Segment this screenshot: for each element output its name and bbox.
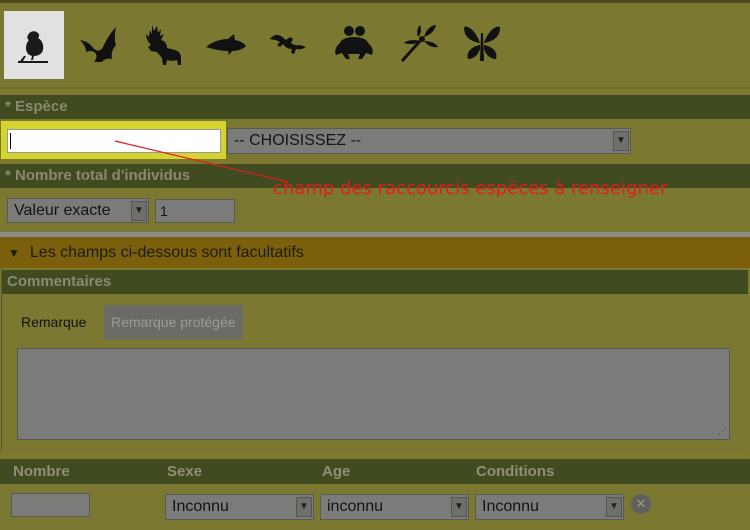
optional-fields-toggle[interactable]: ▼ Les champs ci-dessous sont facultatifs — [0, 237, 750, 268]
chevron-down-icon: ▼ — [451, 497, 467, 517]
count-mode-value: Valeur exacte — [14, 202, 111, 219]
species-shortcut-input[interactable] — [7, 129, 221, 153]
chevron-down-icon: ▼ — [131, 201, 147, 221]
optional-fields-label: Les champs ci-dessous sont facultatifs — [29, 244, 304, 261]
fish-icon[interactable] — [196, 11, 256, 79]
clear-row-button[interactable]: ✕ — [631, 494, 651, 514]
column-sexe: Sexe — [167, 463, 203, 480]
detail-table-header — [0, 459, 750, 484]
sexe-select[interactable]: Inconnu ▼ — [165, 494, 314, 520]
frog-icon[interactable] — [324, 11, 384, 79]
annotation-text: champ des raccourcis espèces à renseigne… — [273, 178, 668, 199]
tab-remarque[interactable]: Remarque — [14, 305, 93, 339]
age-value: inconnu — [327, 498, 384, 515]
sexe-value: Inconnu — [172, 498, 229, 515]
lizard-icon[interactable] — [260, 11, 320, 79]
deer-icon[interactable] — [132, 11, 192, 79]
species-select-value: -- CHOISISSEZ -- — [234, 132, 362, 149]
remark-textarea[interactable]: ⋰ — [17, 348, 730, 440]
triangle-down-icon: ▼ — [8, 246, 20, 260]
conditions-select[interactable]: Inconnu ▼ — [475, 494, 624, 520]
species-select[interactable]: -- CHOISISSEZ -- ▼ — [227, 128, 631, 154]
text-caret — [10, 133, 11, 149]
conditions-value: Inconnu — [482, 498, 539, 515]
column-age: Age — [322, 463, 351, 480]
nombre-input[interactable] — [11, 493, 90, 517]
chevron-down-icon: ▼ — [296, 497, 312, 517]
column-conditions: Conditions — [476, 463, 555, 480]
butterfly-icon[interactable] — [452, 11, 512, 79]
column-nombre: Nombre — [13, 463, 70, 480]
taxon-icon-bar — [0, 3, 750, 89]
chevron-down-icon: ▼ — [606, 497, 622, 517]
chevron-down-icon: ▼ — [613, 131, 629, 151]
age-select[interactable]: inconnu ▼ — [320, 494, 469, 520]
count-value-input[interactable]: 1 — [155, 199, 235, 223]
comments-heading: Commentaires — [2, 270, 748, 294]
tab-remarque-protegee[interactable]: Remarque protégée — [104, 305, 243, 339]
bat-icon[interactable] — [68, 11, 128, 79]
bird-icon[interactable] — [4, 11, 64, 79]
resize-grip-icon[interactable]: ⋰ — [718, 426, 727, 437]
count-mode-select[interactable]: Valeur exacte ▼ — [7, 198, 149, 223]
species-heading: * Espèce — [0, 95, 750, 119]
dragonfly-icon[interactable] — [388, 11, 448, 79]
